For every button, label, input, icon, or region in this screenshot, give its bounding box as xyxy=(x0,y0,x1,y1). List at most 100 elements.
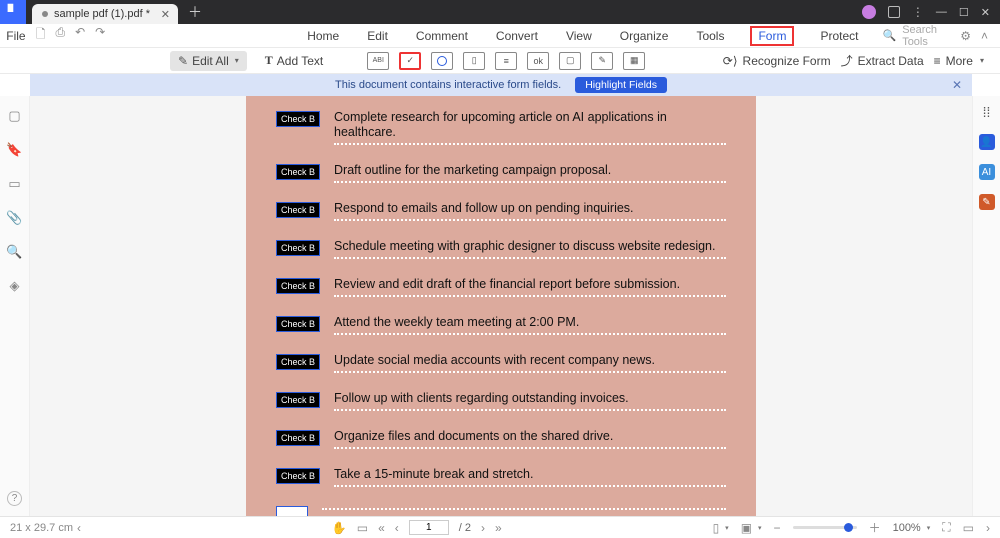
date-field-tool[interactable]: ▦ xyxy=(623,52,645,70)
checkbox-field[interactable]: Check B xyxy=(276,278,320,294)
menu-home[interactable]: Home xyxy=(305,26,341,46)
comments-icon[interactable]: ▭ xyxy=(8,176,20,192)
menu-protect[interactable]: Protect xyxy=(818,26,860,46)
checkbox-field[interactable]: Check B xyxy=(276,240,320,256)
layers-icon[interactable]: ◈ xyxy=(10,278,20,294)
sign-badge-icon[interactable]: ✎ xyxy=(979,194,995,210)
bookmarks-icon[interactable]: 🔖 xyxy=(6,142,22,158)
settings-icon[interactable]: ⚙ xyxy=(960,29,971,43)
edit-all-label: Edit All xyxy=(192,54,229,68)
menu-tools[interactable]: Tools xyxy=(694,26,726,46)
checkbox-field[interactable]: Check B xyxy=(276,392,320,408)
undo-icon[interactable]: ↶ xyxy=(75,25,85,46)
chevron-up-icon[interactable]: ˄ xyxy=(981,29,988,43)
image-field-tool[interactable]: ▢ xyxy=(559,52,581,70)
fit-page-icon[interactable]: ▣ xyxy=(741,521,752,535)
edit-all-button[interactable]: ✎ Edit All ▾ xyxy=(170,51,247,71)
close-tab-icon[interactable]: ✕ xyxy=(161,8,170,21)
text-field-tool[interactable]: ABI xyxy=(367,52,389,70)
file-menu[interactable]: File xyxy=(0,29,32,43)
zoom-out-icon[interactable]: − xyxy=(774,521,781,535)
document-tab[interactable]: sample pdf (1).pdf * ✕ xyxy=(32,4,178,24)
combo-box-tool[interactable]: ▯ xyxy=(463,52,485,70)
list-item xyxy=(276,505,726,516)
close-notice-icon[interactable]: ✕ xyxy=(952,78,962,92)
button-tool[interactable]: ok xyxy=(527,52,549,70)
more-icon: ≡ xyxy=(934,54,941,68)
zoom-in-icon[interactable]: ＋ xyxy=(869,519,881,536)
more-button[interactable]: ≡ More ▾ xyxy=(934,54,984,68)
next-nav-icon[interactable]: › xyxy=(986,521,990,535)
save-icon[interactable]: 🗋 xyxy=(36,25,46,46)
properties-toggle-icon[interactable]: ⁞⁞ xyxy=(983,104,991,120)
hand-tool-icon[interactable]: ✋ xyxy=(332,521,347,535)
next-page-icon[interactable]: › xyxy=(481,521,485,535)
prev-page-icon[interactable]: ‹ xyxy=(395,521,399,535)
checkbox-field[interactable]: Check B xyxy=(276,164,320,180)
menu-comment[interactable]: Comment xyxy=(414,26,470,46)
search-icon: 🔍 xyxy=(882,29,896,42)
menu-edit[interactable]: Edit xyxy=(365,26,390,46)
redo-icon[interactable]: ↷ xyxy=(95,25,105,46)
checkbox-tool[interactable]: ✓ xyxy=(399,52,421,70)
checkbox-field[interactable]: Check B xyxy=(276,316,320,332)
menu-organize[interactable]: Organize xyxy=(618,26,671,46)
close-window-icon[interactable]: ✕ xyxy=(981,6,990,19)
list-item: Check BRespond to emails and follow up o… xyxy=(276,201,726,221)
highlight-fields-button[interactable]: Highlight Fields xyxy=(575,77,667,93)
fullscreen-icon[interactable]: ⛶ xyxy=(942,520,950,535)
page-total: / 2 xyxy=(459,522,471,534)
select-tool-icon[interactable]: ▭ xyxy=(357,521,368,535)
checkbox-field[interactable]: Check B xyxy=(276,202,320,218)
search-panel-icon[interactable]: 🔍 xyxy=(6,244,22,260)
text-t-icon: T xyxy=(265,53,273,68)
radio-button-tool[interactable] xyxy=(431,52,453,70)
add-text-button[interactable]: T Add Text xyxy=(257,50,332,71)
new-tab-button[interactable]: ＋ xyxy=(188,2,202,22)
list-item: Check BAttend the weekly team meeting at… xyxy=(276,315,726,335)
form-notice-bar: This document contains interactive form … xyxy=(30,74,972,96)
document-canvas[interactable]: Check BComplete research for upcoming ar… xyxy=(30,96,972,516)
prev-nav-icon[interactable]: ‹ xyxy=(77,521,81,535)
zoom-level: 100% xyxy=(893,522,921,534)
app-switch-icon[interactable] xyxy=(888,6,900,18)
recognize-label: Recognize Form xyxy=(743,54,831,68)
workspace: ▢ 🔖 ▭ 📎 🔍 ◈ ? Check BComplete research f… xyxy=(0,96,1000,516)
read-mode-icon[interactable]: ▭ xyxy=(963,521,974,535)
chevron-down-icon: ▾ xyxy=(980,56,984,65)
extract-label: Extract Data xyxy=(858,54,924,68)
list-item: Check BTake a 15-minute break and stretc… xyxy=(276,467,726,487)
search-placeholder: Search Tools xyxy=(902,24,960,48)
menu-view[interactable]: View xyxy=(564,26,594,46)
zoom-slider[interactable] xyxy=(793,526,857,529)
user-avatar[interactable] xyxy=(862,5,876,19)
last-page-icon[interactable]: » xyxy=(495,521,502,535)
extract-data-button[interactable]: ⤴ Extract Data xyxy=(841,52,924,69)
more-label: More xyxy=(946,54,973,68)
attachments-icon[interactable]: 📎 xyxy=(6,210,22,226)
item-text: Schedule meeting with graphic designer t… xyxy=(334,239,726,254)
page-number-input[interactable] xyxy=(409,520,449,535)
menu-convert[interactable]: Convert xyxy=(494,26,540,46)
first-page-icon[interactable]: « xyxy=(378,521,385,535)
list-box-tool[interactable]: ≡ xyxy=(495,52,517,70)
ai-badge-icon[interactable]: AI xyxy=(979,164,995,180)
checkbox-field-empty[interactable] xyxy=(276,506,308,516)
checkbox-field[interactable]: Check B xyxy=(276,111,320,127)
checkbox-field[interactable]: Check B xyxy=(276,354,320,370)
checkbox-field[interactable]: Check B xyxy=(276,468,320,484)
single-page-view-icon[interactable]: ▯ xyxy=(713,521,720,535)
checkbox-field[interactable]: Check B xyxy=(276,430,320,446)
thumbnails-icon[interactable]: ▢ xyxy=(8,108,20,124)
menu-form[interactable]: Form xyxy=(750,26,794,46)
print-icon[interactable]: ⎙ xyxy=(55,25,65,46)
kebab-menu-icon[interactable]: ⋮ xyxy=(912,5,924,19)
search-tools[interactable]: 🔍 Search Tools xyxy=(882,24,960,48)
help-icon[interactable]: ? xyxy=(7,491,22,506)
signature-field-tool[interactable]: ✎ xyxy=(591,52,613,70)
recognize-form-button[interactable]: ⟳⟩ Recognize Form xyxy=(723,54,831,68)
maximize-window-icon[interactable]: ☐ xyxy=(959,6,969,19)
minimize-window-icon[interactable]: — xyxy=(936,6,947,18)
form-toolbar: ✎ Edit All ▾ T Add Text ABI ✓ ▯ ≡ ok ▢ ✎… xyxy=(0,48,1000,74)
share-badge-icon[interactable]: 👤 xyxy=(979,134,995,150)
